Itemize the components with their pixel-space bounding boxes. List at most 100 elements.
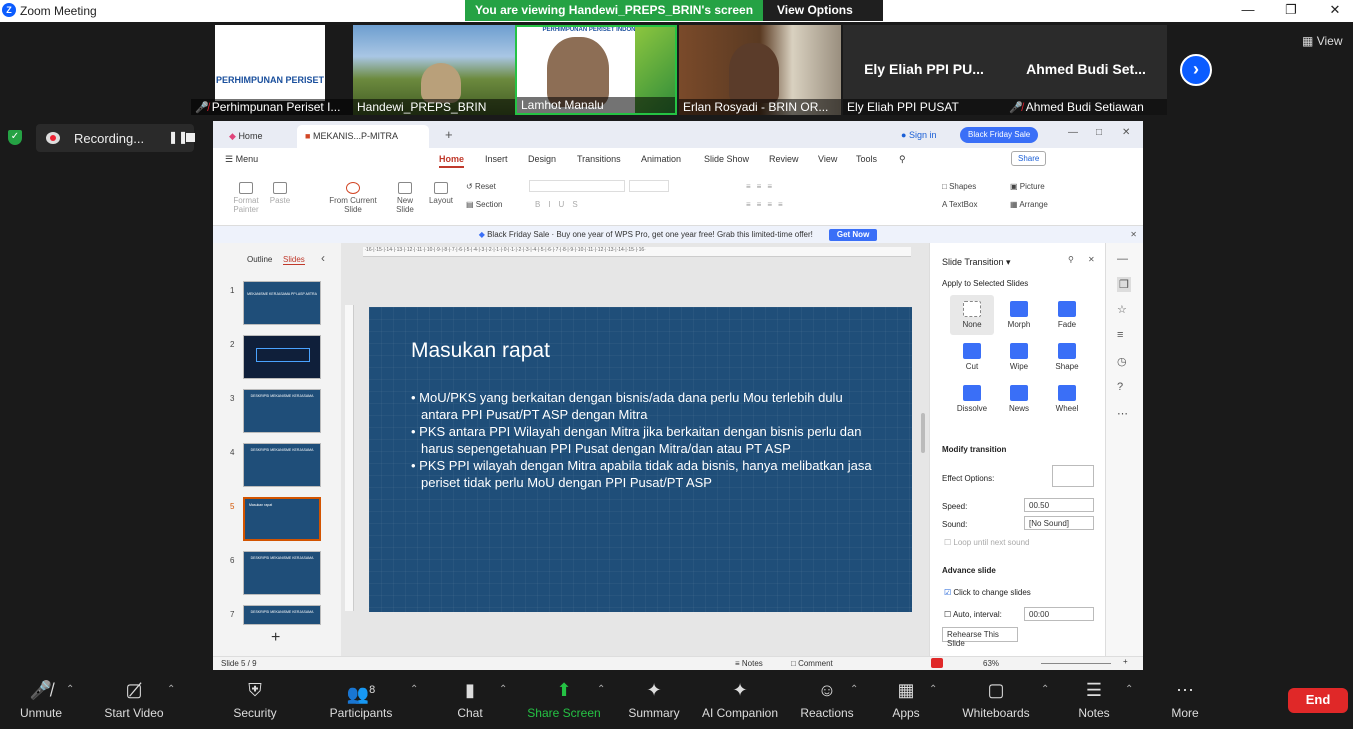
tab-document[interactable]: ■ MEKANIS...P-MITRA: [297, 125, 429, 148]
apps-button[interactable]: ▦ Apps ⌃: [861, 680, 951, 720]
menu-animation[interactable]: Animation: [641, 154, 681, 164]
loop-checkbox[interactable]: ☐ Loop until next sound: [944, 538, 1029, 547]
comment-button[interactable]: □ Comment: [791, 659, 833, 668]
more-icon[interactable]: ⋯: [1117, 407, 1128, 420]
share-screen-button[interactable]: ⬆ Share Screen ⌃: [519, 680, 609, 720]
participant-tile[interactable]: Ahmed Budi Set... 🎤̸ Ahmed Budi Setiawan: [1005, 25, 1167, 115]
help-icon[interactable]: ?: [1117, 381, 1123, 393]
participant-tile[interactable]: Ely Eliah PPI PU... Ely Eliah PPI PUSAT: [843, 25, 1005, 115]
menu-review[interactable]: Review: [769, 154, 799, 164]
star-icon[interactable]: ☆: [1117, 303, 1127, 316]
tab-slides[interactable]: Slides: [283, 255, 305, 265]
menu-button[interactable]: ☰ Menu: [225, 154, 258, 165]
auto-interval-checkbox[interactable]: ☐ Auto, interval:: [944, 610, 1002, 619]
textbox-button[interactable]: A TextBox: [942, 200, 977, 209]
view-layout-button[interactable]: ▦ View: [1302, 34, 1342, 48]
participant-tile[interactable]: Erlan Rosyadi - BRIN OR...: [679, 25, 841, 115]
font-size-select[interactable]: [629, 180, 669, 192]
transition-fade[interactable]: Fade: [1045, 295, 1089, 335]
stop-recording-icon[interactable]: [186, 133, 195, 142]
participant-tile[interactable]: PERHIMPUNAN PERISET 🎤̸ Perhimpunan Perise…: [191, 25, 353, 115]
sound-select[interactable]: [No Sound]: [1024, 516, 1094, 530]
slide-thumbnail[interactable]: [243, 335, 321, 379]
more-button[interactable]: ⋯ More: [1140, 680, 1230, 720]
zoom-slider[interactable]: [1041, 663, 1111, 664]
menu-tools[interactable]: Tools: [856, 154, 877, 164]
minimize-icon[interactable]: —: [1233, 2, 1263, 17]
arrange-button[interactable]: ▦ Arrange: [1010, 200, 1048, 209]
paragraph-buttons[interactable]: ≡≡≡: [746, 182, 778, 191]
transition-panel-icon[interactable]: ❐: [1117, 277, 1131, 292]
settings-sliders-icon[interactable]: ≡: [1117, 329, 1123, 341]
history-icon[interactable]: ◷: [1117, 355, 1127, 368]
close-icon[interactable]: ✕: [1320, 2, 1350, 18]
transition-news[interactable]: News: [997, 379, 1041, 419]
maximize-icon[interactable]: □: [1096, 127, 1102, 138]
transition-cut[interactable]: Cut: [950, 337, 994, 377]
new-tab-icon[interactable]: +: [445, 127, 453, 142]
participant-tile[interactable]: Handewi_PREPS_BRIN: [353, 25, 515, 115]
search-icon[interactable]: ⚲: [899, 154, 906, 165]
slide-thumbnail-selected[interactable]: Masukan rapat: [243, 497, 321, 541]
chat-button[interactable]: ▮ Chat ⌃: [425, 680, 515, 720]
participants-button[interactable]: 👥8 Participants ⌃: [316, 680, 419, 720]
participant-tile-active[interactable]: PERHIMPUNAN PERISET INDONESIA Lamhot Man…: [515, 25, 677, 115]
chevron-up-icon[interactable]: ⌃: [167, 684, 175, 695]
format-painter-button[interactable]: Format Painter: [231, 182, 261, 214]
effect-options-select[interactable]: [1052, 465, 1094, 487]
get-now-button[interactable]: Get Now: [828, 229, 878, 241]
chevron-up-icon[interactable]: ⌃: [850, 684, 858, 695]
zoom-in-icon[interactable]: +: [1123, 657, 1128, 666]
section-button[interactable]: ▤ Section: [466, 200, 502, 209]
share-button[interactable]: Share: [1011, 151, 1047, 166]
summary-button[interactable]: ✦ Summary: [609, 680, 699, 720]
ai-companion-button[interactable]: ✦ AI Companion: [695, 680, 785, 720]
chevron-up-icon[interactable]: ⌃: [66, 684, 74, 695]
chevron-up-icon[interactable]: ⌃: [929, 684, 937, 695]
slide-thumbnail[interactable]: DESKRIPSI MEKANISME KERJASAMA: [243, 551, 321, 595]
transition-none[interactable]: None: [950, 295, 994, 335]
speed-input[interactable]: 00.50: [1024, 498, 1094, 512]
close-banner-icon[interactable]: ✕: [1130, 226, 1137, 243]
pin-icon[interactable]: ⚲: [1068, 255, 1074, 264]
collapse-panel-icon[interactable]: ‹: [321, 251, 325, 265]
shapes-button[interactable]: □ Shapes: [942, 182, 976, 191]
chevron-up-icon[interactable]: ⌃: [597, 684, 605, 695]
from-current-slide-button[interactable]: From Current Slide: [325, 182, 381, 214]
alignment-buttons[interactable]: ≡≡≡≡: [746, 200, 789, 209]
start-video-button[interactable]: ▢̸ Start Video ⌃: [89, 680, 179, 720]
text-format-buttons[interactable]: BIUS: [535, 200, 586, 209]
sign-in-button[interactable]: ● Sign in: [901, 130, 936, 140]
add-slide-icon[interactable]: +: [271, 629, 280, 647]
transition-shape[interactable]: Shape: [1045, 337, 1089, 377]
minimize-icon[interactable]: —: [1068, 127, 1078, 138]
slide-thumbnail[interactable]: DESKRIPSI MEKANISME KERJASAMA: [243, 389, 321, 433]
paste-button[interactable]: Paste: [267, 182, 293, 205]
notes-button[interactable]: ≡ Notes: [735, 659, 763, 668]
chevron-up-icon[interactable]: ⌃: [410, 684, 418, 695]
scrollbar-thumb[interactable]: [921, 413, 925, 453]
picture-button[interactable]: ▣ Picture: [1010, 182, 1045, 191]
zoom-level[interactable]: 63%: [983, 659, 999, 668]
notes-button[interactable]: ☰ Notes ⌃: [1049, 680, 1139, 720]
menu-home[interactable]: Home: [439, 154, 465, 168]
reset-button[interactable]: ↺ Reset: [466, 182, 496, 191]
font-family-select[interactable]: [529, 180, 625, 192]
end-meeting-button[interactable]: End: [1288, 688, 1348, 713]
promo-button[interactable]: Black Friday Sale: [960, 127, 1039, 143]
slide-thumbnail[interactable]: DESKRIPSI MEKANISME KERJASAMA: [243, 443, 321, 487]
transition-dissolve[interactable]: Dissolve: [950, 379, 994, 419]
interval-input[interactable]: 00:00: [1024, 607, 1094, 621]
new-slide-button[interactable]: New Slide: [391, 182, 419, 214]
rehearse-button[interactable]: Rehearse This Slide: [942, 627, 1018, 648]
next-participants-button[interactable]: ›: [1180, 54, 1212, 86]
security-button[interactable]: ⛨ Security: [210, 680, 300, 720]
chevron-up-icon[interactable]: ⌃: [499, 684, 507, 695]
close-pane-icon[interactable]: ✕: [1088, 255, 1095, 264]
slide-thumbnail[interactable]: MEKANISME KERJASAMA PPI-ASP-MITRA: [243, 281, 321, 325]
transition-wipe[interactable]: Wipe: [997, 337, 1041, 377]
transition-wheel[interactable]: Wheel: [1045, 379, 1089, 419]
whiteboards-button[interactable]: ▢ Whiteboards ⌃: [951, 680, 1049, 720]
maximize-icon[interactable]: ❐: [1276, 2, 1306, 18]
chevron-up-icon[interactable]: ⌃: [1125, 684, 1133, 695]
